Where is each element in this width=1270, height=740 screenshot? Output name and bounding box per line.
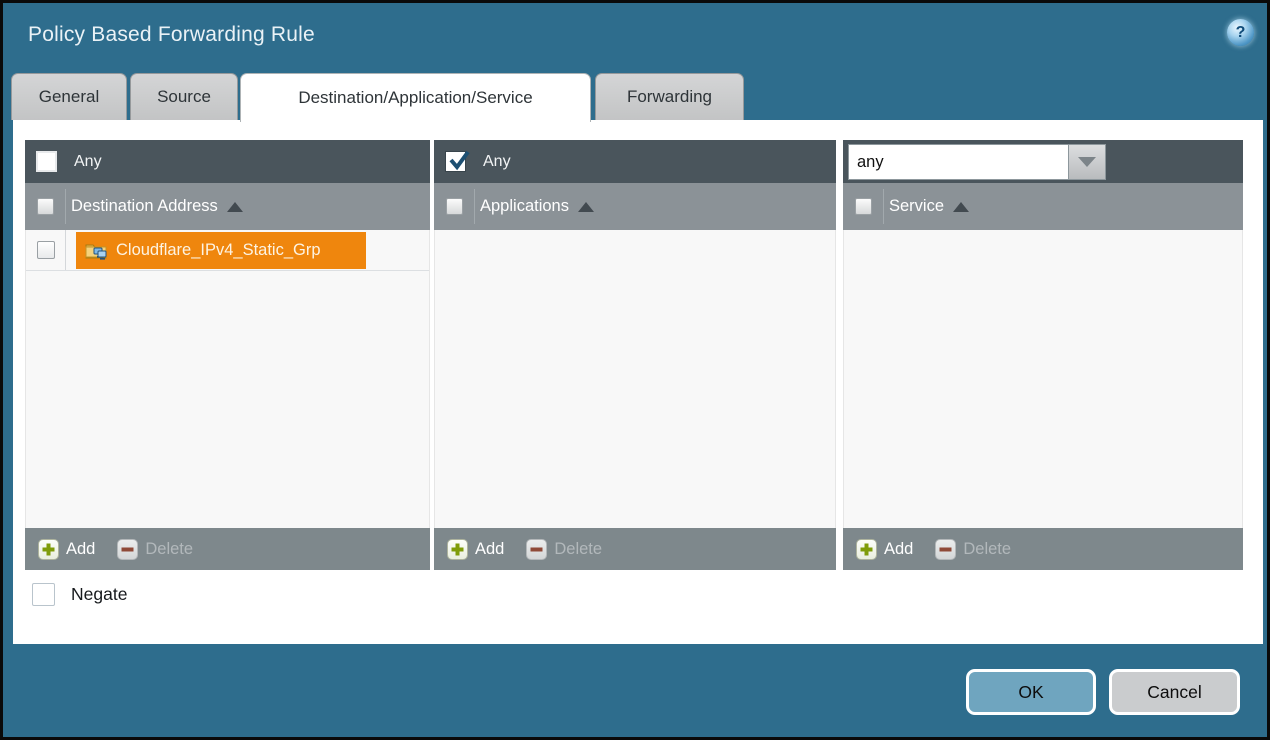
address-group-name: Cloudflare_IPv4_Static_Grp xyxy=(116,241,321,260)
negate-label: Negate xyxy=(71,584,127,605)
delete-button: Delete xyxy=(554,540,602,559)
add-icon[interactable] xyxy=(856,539,877,560)
sort-ascending-icon[interactable] xyxy=(227,202,243,212)
service-any-header: any xyxy=(843,140,1243,183)
applications-any-checkbox[interactable] xyxy=(445,151,466,172)
column-separator xyxy=(883,189,884,224)
destination-select-all-checkbox[interactable] xyxy=(37,198,54,215)
address-group-icon xyxy=(85,241,108,260)
applications-list xyxy=(434,230,836,528)
cancel-button[interactable]: Cancel xyxy=(1109,669,1240,715)
delete-icon xyxy=(935,539,956,560)
destination-any-header: Any xyxy=(25,140,430,183)
sort-ascending-icon[interactable] xyxy=(578,202,594,212)
destination-toolbar: Add Delete xyxy=(25,528,430,570)
dialog-title: Policy Based Forwarding Rule xyxy=(28,23,315,47)
tab-destination-application-service[interactable]: Destination/Application/Service xyxy=(240,73,591,122)
selected-address-group[interactable]: Cloudflare_IPv4_Static_Grp xyxy=(76,232,366,269)
service-list xyxy=(843,230,1243,528)
applications-any-header: Any xyxy=(434,140,836,183)
add-button[interactable]: Add xyxy=(884,540,913,559)
service-dropdown-value[interactable]: any xyxy=(848,144,1068,180)
applications-any-label: Any xyxy=(483,153,511,171)
tab-content: Any Destination Address xyxy=(13,120,1263,644)
help-glyph: ? xyxy=(1236,24,1246,42)
negate-row: Negate xyxy=(32,583,127,606)
delete-icon xyxy=(117,539,138,560)
destination-list: Cloudflare_IPv4_Static_Grp xyxy=(25,230,430,528)
applications-column-title[interactable]: Applications xyxy=(480,197,569,216)
delete-icon xyxy=(526,539,547,560)
add-icon[interactable] xyxy=(447,539,468,560)
applications-panel: Any Applications Add Delete xyxy=(434,140,836,570)
service-select-all-checkbox[interactable] xyxy=(855,198,872,215)
column-separator xyxy=(65,189,66,224)
add-icon[interactable] xyxy=(38,539,59,560)
tab-bar: General Source Destination/Application/S… xyxy=(3,73,1267,121)
add-button[interactable]: Add xyxy=(66,540,95,559)
destination-any-checkbox[interactable] xyxy=(36,151,57,172)
ok-button[interactable]: OK xyxy=(966,669,1096,715)
table-row[interactable]: Cloudflare_IPv4_Static_Grp xyxy=(26,230,429,271)
negate-checkbox[interactable] xyxy=(32,583,55,606)
help-icon[interactable]: ? xyxy=(1227,19,1254,46)
chevron-down-icon xyxy=(1078,157,1096,167)
row-checkbox-cell xyxy=(26,230,66,270)
service-dropdown[interactable]: any xyxy=(848,144,1106,180)
delete-button: Delete xyxy=(145,540,193,559)
service-panel: any Service Add Delete xyxy=(843,140,1243,570)
tab-forwarding[interactable]: Forwarding xyxy=(595,73,744,120)
applications-select-all-checkbox[interactable] xyxy=(446,198,463,215)
row-checkbox[interactable] xyxy=(37,241,55,259)
applications-column-header: Applications xyxy=(434,183,836,230)
column-separator xyxy=(474,189,475,224)
sort-ascending-icon[interactable] xyxy=(953,202,969,212)
destination-column-title[interactable]: Destination Address xyxy=(71,197,218,216)
dropdown-button[interactable] xyxy=(1068,144,1106,180)
add-button[interactable]: Add xyxy=(475,540,504,559)
destination-any-label: Any xyxy=(74,153,102,171)
tab-source[interactable]: Source xyxy=(130,73,238,120)
destination-address-panel: Any Destination Address xyxy=(25,140,430,570)
service-toolbar: Add Delete xyxy=(843,528,1243,570)
delete-button: Delete xyxy=(963,540,1011,559)
service-column-header: Service xyxy=(843,183,1243,230)
service-column-title[interactable]: Service xyxy=(889,197,944,216)
tab-general[interactable]: General xyxy=(11,73,127,120)
destination-column-header: Destination Address xyxy=(25,183,430,230)
applications-toolbar: Add Delete xyxy=(434,528,836,570)
